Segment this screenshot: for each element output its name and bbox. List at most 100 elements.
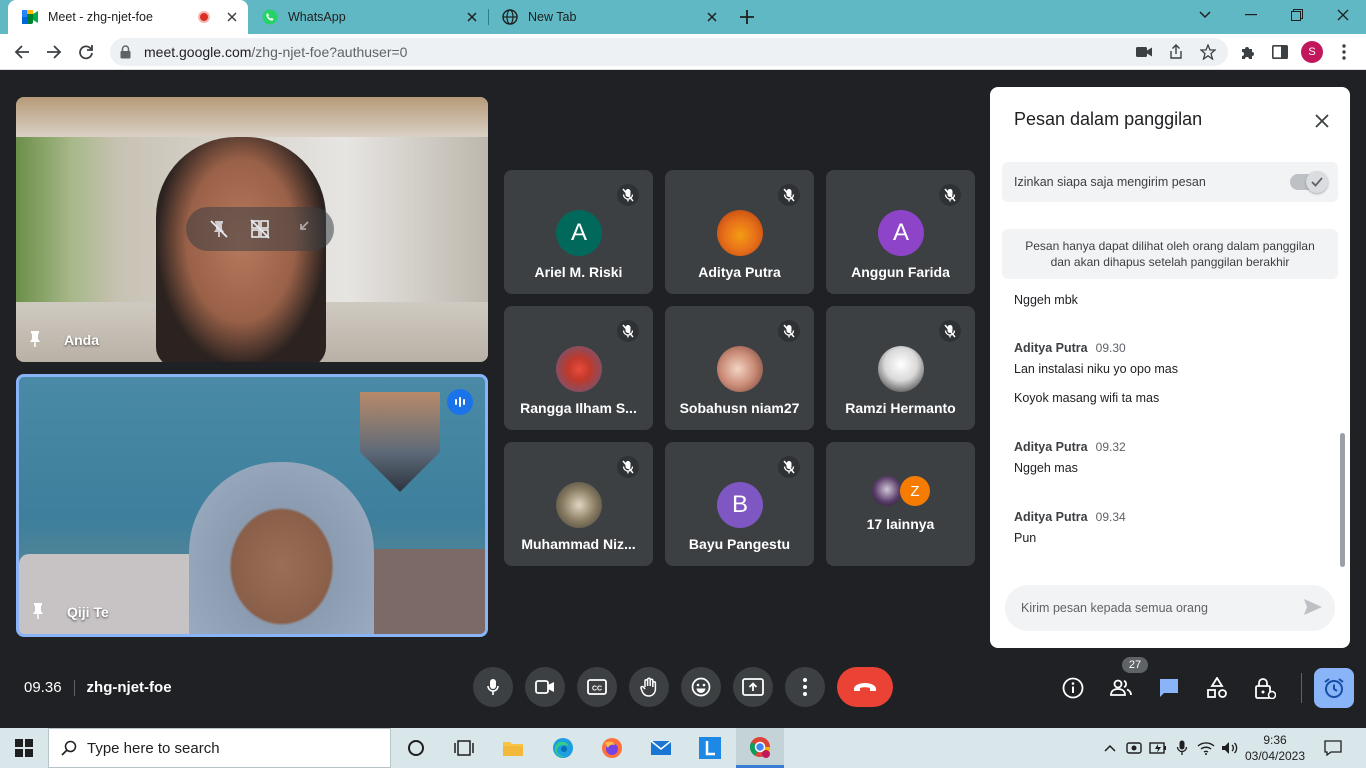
audio-level-icon (447, 389, 473, 415)
forward-button[interactable] (42, 40, 66, 64)
chat-button[interactable] (1156, 675, 1182, 701)
volume-icon[interactable] (1220, 738, 1240, 758)
minimize-button[interactable] (1228, 0, 1274, 30)
chevron-up-icon[interactable] (1100, 738, 1120, 758)
cortana-icon[interactable] (392, 728, 440, 768)
camera-in-use-icon[interactable] (1124, 738, 1144, 758)
tab-whatsapp[interactable]: WhatsApp (248, 0, 488, 34)
video-background (360, 549, 485, 634)
bookmark-star-icon[interactable] (1200, 44, 1216, 60)
chrome-icon[interactable] (736, 728, 784, 768)
back-button[interactable] (10, 40, 34, 64)
restore-button[interactable] (1274, 0, 1320, 30)
battery-icon[interactable] (1148, 738, 1168, 758)
start-button[interactable] (0, 728, 48, 768)
lock-icon[interactable] (120, 45, 134, 59)
more-options-button[interactable] (785, 667, 825, 707)
chat-scrollbar[interactable] (1340, 433, 1345, 567)
windows-taskbar: Type here to search 9:36 03/04/2023 (0, 728, 1366, 768)
chat-message: Aditya Putra 09.32 Nggeh mas (1014, 440, 1126, 475)
chrome-menu-icon[interactable] (1334, 42, 1354, 62)
mic-off-icon (778, 456, 800, 478)
app-l-icon[interactable] (686, 728, 734, 768)
send-icon[interactable] (1303, 598, 1323, 618)
browser-toolbar: meet.google.com/zhg-njet-foe?authuser=0 … (0, 34, 1366, 70)
new-tab-button[interactable] (736, 6, 758, 28)
extensions-puzzle-icon[interactable] (1238, 42, 1258, 62)
taskbar-search-box[interactable]: Type here to search (48, 728, 391, 768)
tab-meet[interactable]: Meet - zhg-njet-foe (8, 0, 248, 34)
self-video-tile[interactable]: Anda (16, 97, 488, 362)
input-placeholder: Kirim pesan kepada semua orang (1021, 601, 1208, 615)
participant-tile[interactable]: Aditya Putra (665, 170, 814, 294)
setting-label: Izinkan siapa saja mengirim pesan (1014, 175, 1206, 189)
share-icon[interactable] (1168, 44, 1184, 60)
tab-title: Meet - zhg-njet-foe (48, 10, 153, 24)
message-sender: Aditya Putra (1014, 510, 1088, 524)
avatar: Z (900, 476, 930, 506)
message-text: Koyok masang wifi ta mas (1014, 391, 1160, 405)
globe-icon (502, 9, 518, 25)
minimize-tile-icon[interactable] (291, 219, 311, 239)
edge-browser-icon[interactable] (539, 728, 587, 768)
participant-tile[interactable]: Sobahusn niam27 (665, 306, 814, 430)
camera-button[interactable] (525, 667, 565, 707)
remove-from-grid-icon[interactable] (250, 219, 270, 239)
meeting-info-button[interactable] (1060, 675, 1086, 701)
firefox-icon[interactable] (588, 728, 636, 768)
notifications-icon[interactable] (1323, 738, 1343, 758)
raise-hand-button[interactable] (629, 667, 669, 707)
url-path: /zhg-njet-foe?authuser=0 (251, 44, 408, 60)
participant-tile[interactable]: Ramzi Hermanto (826, 306, 975, 430)
close-tab-icon[interactable] (704, 9, 720, 25)
people-button[interactable] (1108, 675, 1134, 701)
camera-in-use-icon[interactable] (1136, 44, 1152, 60)
chat-message: Aditya Putra 09.30 Lan instalasi niku yo … (1014, 341, 1178, 405)
alarm-clock-button[interactable] (1314, 668, 1354, 708)
others-tile[interactable]: Z 17 lainnya (826, 442, 975, 566)
task-view-icon[interactable] (440, 728, 488, 768)
participant-name: Muhammad Niz... (521, 536, 636, 552)
search-placeholder: Type here to search (87, 739, 220, 757)
speaker-video-tile[interactable]: Qiji Te (16, 374, 488, 637)
participant-tile[interactable]: A Anggun Farida (826, 170, 975, 294)
avatar-photo (717, 346, 763, 392)
avatar: A (878, 210, 924, 256)
mail-icon[interactable] (637, 728, 685, 768)
participant-name: Bayu Pangestu (688, 536, 791, 552)
close-icon[interactable] (1310, 109, 1334, 133)
avatar-photo (717, 210, 763, 256)
chat-message: Nggeh mbk (1014, 293, 1078, 307)
pin-icon (31, 602, 47, 620)
pin-icon (28, 330, 44, 348)
file-explorer-icon[interactable] (489, 728, 537, 768)
captions-button[interactable]: CC (577, 667, 617, 707)
address-bar[interactable]: meet.google.com/zhg-njet-foe?authuser=0 (110, 38, 1228, 66)
microphone-icon[interactable] (1172, 738, 1192, 758)
leave-call-button[interactable] (837, 667, 893, 707)
participant-tile[interactable]: B Bayu Pangestu (665, 442, 814, 566)
participant-tile[interactable]: A Ariel M. Riski (504, 170, 653, 294)
activities-button[interactable] (1204, 675, 1230, 701)
tab-search-chevron-icon[interactable] (1182, 0, 1228, 30)
present-screen-button[interactable] (733, 667, 773, 707)
emoji-button[interactable] (681, 667, 721, 707)
participant-tile[interactable]: Muhammad Niz... (504, 442, 653, 566)
host-controls-button[interactable] (1252, 675, 1278, 701)
mic-off-icon (939, 184, 961, 206)
close-window-button[interactable] (1320, 0, 1366, 30)
close-tab-icon[interactable] (464, 9, 480, 25)
notice-line: Pesan hanya dapat dilihat oleh orang dal… (1025, 239, 1315, 253)
pin-off-icon[interactable] (209, 219, 229, 239)
taskbar-clock[interactable]: 9:36 03/04/2023 (1244, 732, 1306, 764)
reload-button[interactable] (74, 40, 98, 64)
close-tab-icon[interactable] (224, 9, 240, 25)
tab-new-tab[interactable]: New Tab (488, 0, 728, 34)
chat-message-input[interactable]: Kirim pesan kepada semua orang (1005, 585, 1335, 631)
participant-tile[interactable]: Rangga Ilham S... (504, 306, 653, 430)
wifi-icon[interactable] (1196, 738, 1216, 758)
side-panel-icon[interactable] (1270, 42, 1290, 62)
allow-messages-toggle[interactable] (1290, 171, 1328, 193)
profile-avatar[interactable]: S (1301, 41, 1323, 63)
microphone-button[interactable] (473, 667, 513, 707)
